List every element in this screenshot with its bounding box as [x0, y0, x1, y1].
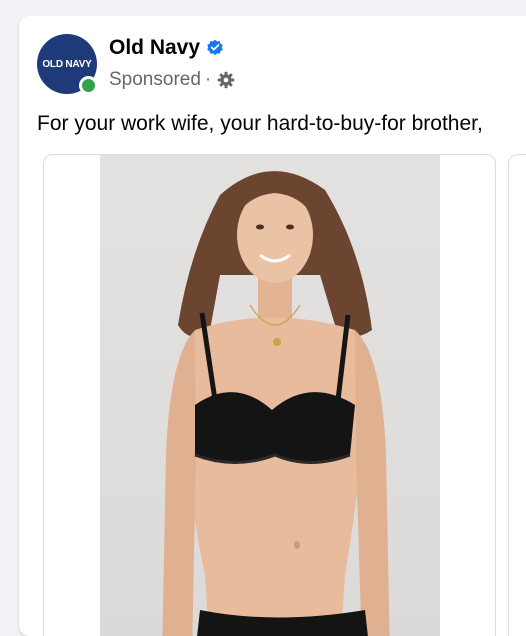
product-photo — [100, 155, 440, 636]
gear-icon[interactable] — [217, 71, 235, 89]
verified-badge-icon — [206, 39, 224, 57]
sponsored-label[interactable]: Sponsored — [109, 69, 201, 91]
page-name: Old Navy — [109, 36, 201, 59]
post-meta: Sponsored · — [109, 69, 235, 91]
meta-separator: · — [204, 69, 212, 90]
carousel-item[interactable] — [43, 154, 496, 636]
carousel-item-next[interactable] — [508, 154, 526, 636]
sponsored-post-card: OLD NAVY Old Navy Sponsored · For your w… — [19, 16, 526, 636]
post-caption: For your work wife, your hard-to-buy-for… — [37, 112, 483, 135]
online-status-dot — [79, 76, 98, 95]
avatar-logo-text: OLD NAVY — [42, 58, 92, 70]
model-illustration — [162, 171, 390, 636]
page-name-link[interactable]: Old Navy — [109, 36, 224, 60]
